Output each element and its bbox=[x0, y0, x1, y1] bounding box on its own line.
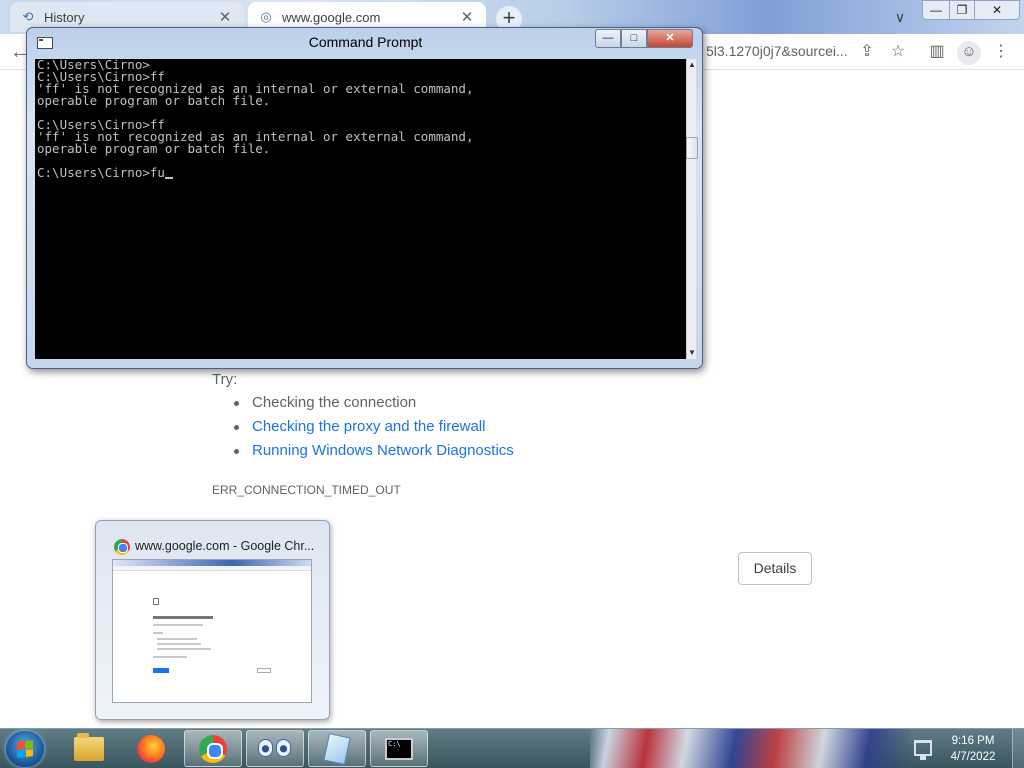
firefox-icon bbox=[137, 734, 165, 763]
console-input-line[interactable]: C:\Users\Cirno>fu bbox=[35, 165, 686, 180]
command-prompt-icon: C:\ bbox=[385, 737, 413, 760]
taskbar-thumbnail-preview[interactable]: www.google.com - Google Chr... bbox=[95, 520, 330, 720]
profile-avatar-icon[interactable]: ☺ bbox=[957, 41, 981, 65]
thumbnail-toolbar bbox=[113, 566, 311, 571]
more-menu-icon[interactable]: ⋮ bbox=[990, 41, 1012, 63]
bullet-icon bbox=[234, 425, 239, 430]
show-desktop-button[interactable] bbox=[1012, 729, 1024, 768]
console-line: operable program or batch file. bbox=[37, 93, 271, 108]
command-prompt-window[interactable]: Command Prompt — □ ✕ C:\Users\Cirno> C:\… bbox=[26, 27, 703, 369]
scroll-down-arrow-icon[interactable]: ▼ bbox=[687, 347, 697, 359]
windows-logo-icon bbox=[17, 740, 33, 758]
taskbar-image-viewer[interactable] bbox=[246, 730, 304, 767]
thumbnail-button bbox=[153, 668, 169, 673]
taskbar-notepad[interactable] bbox=[308, 730, 366, 767]
chrome-icon bbox=[199, 734, 227, 763]
tab-close-icon[interactable]: ✕ bbox=[216, 8, 234, 26]
tab-label: www.google.com bbox=[282, 9, 381, 25]
console-input-text: C:\Users\Cirno>fu bbox=[37, 165, 165, 180]
error-code: ERR_CONNECTION_TIMED_OUT bbox=[212, 483, 401, 497]
start-button[interactable] bbox=[6, 731, 44, 767]
console-output[interactable]: C:\Users\Cirno> C:\Users\Cirno>ff 'ff' i… bbox=[35, 59, 686, 359]
thumbnail-text-line bbox=[153, 632, 163, 634]
taskbar-firefox[interactable] bbox=[122, 730, 180, 767]
text-cursor bbox=[164, 177, 173, 179]
bullet-icon bbox=[234, 401, 239, 406]
thumbnail-heading bbox=[153, 616, 213, 619]
tab-label: History bbox=[44, 9, 85, 25]
notepad-icon bbox=[323, 732, 351, 765]
address-bar-text[interactable]: 5l3.1270j0j7&sourcei... bbox=[706, 43, 848, 59]
clock-date: 4/7/2022 bbox=[950, 751, 996, 763]
globe-icon: ◎ bbox=[260, 9, 272, 24]
browser-minimize-button[interactable]: — bbox=[922, 0, 950, 20]
close-button[interactable]: ✕ bbox=[647, 29, 693, 48]
thumbnail-text-line bbox=[157, 638, 197, 640]
scroll-up-arrow-icon[interactable]: ▲ bbox=[687, 59, 697, 71]
image-viewer-icon bbox=[258, 738, 292, 759]
bookmark-star-icon[interactable]: ☆ bbox=[887, 41, 909, 63]
browser-restore-button[interactable]: ❐ bbox=[949, 0, 975, 20]
details-button[interactable]: Details bbox=[738, 552, 812, 585]
thumbnail-details-button bbox=[257, 668, 271, 673]
preview-thumbnail-image[interactable] bbox=[112, 559, 312, 703]
side-panel-icon[interactable]: ▥ bbox=[926, 41, 948, 63]
tab-search-chevron-icon[interactable]: ∨ bbox=[888, 6, 912, 28]
network-icon[interactable] bbox=[914, 740, 932, 760]
suggestion-check-proxy-link[interactable]: Checking the proxy and the firewall bbox=[252, 418, 485, 435]
suggestion-network-diagnostics-link[interactable]: Running Windows Network Diagnostics bbox=[252, 442, 514, 459]
thumbnail-text-line bbox=[157, 643, 201, 645]
system-clock[interactable]: 9:16 PM 4/7/2022 bbox=[940, 733, 1006, 765]
chrome-icon bbox=[114, 539, 130, 555]
try-label: Try: bbox=[212, 371, 238, 388]
windows-taskbar: C:\ 9:16 PM 4/7/2022 bbox=[0, 728, 1024, 768]
taskbar-command-prompt[interactable]: C:\ bbox=[370, 730, 428, 767]
minimize-button[interactable]: — bbox=[595, 29, 621, 48]
explorer-icon bbox=[74, 732, 104, 761]
thumbnail-text-line bbox=[153, 656, 187, 658]
vertical-scrollbar[interactable]: ▲ ▼ bbox=[686, 59, 698, 359]
thumbnail-text-line bbox=[153, 624, 203, 626]
scrollbar-thumb[interactable] bbox=[686, 137, 698, 159]
tab-close-icon[interactable]: ✕ bbox=[458, 8, 476, 26]
share-icon[interactable]: ⇪ bbox=[856, 41, 878, 63]
browser-close-button[interactable]: ✕ bbox=[974, 0, 1020, 20]
thumbnail-error-icon bbox=[153, 598, 159, 605]
clock-time: 9:16 PM bbox=[951, 735, 995, 747]
console-line: operable program or batch file. bbox=[37, 141, 271, 156]
maximize-button[interactable]: □ bbox=[621, 29, 647, 48]
wallpaper-strip bbox=[590, 729, 910, 768]
taskbar-chrome[interactable] bbox=[184, 730, 242, 767]
bullet-icon bbox=[234, 449, 239, 454]
suggestion-check-connection: Checking the connection bbox=[252, 394, 417, 411]
taskbar-explorer[interactable] bbox=[60, 730, 118, 767]
thumbnail-text-line bbox=[157, 648, 211, 650]
preview-title: www.google.com - Google Chr... bbox=[135, 539, 315, 553]
history-icon: ⟲ bbox=[22, 9, 34, 24]
